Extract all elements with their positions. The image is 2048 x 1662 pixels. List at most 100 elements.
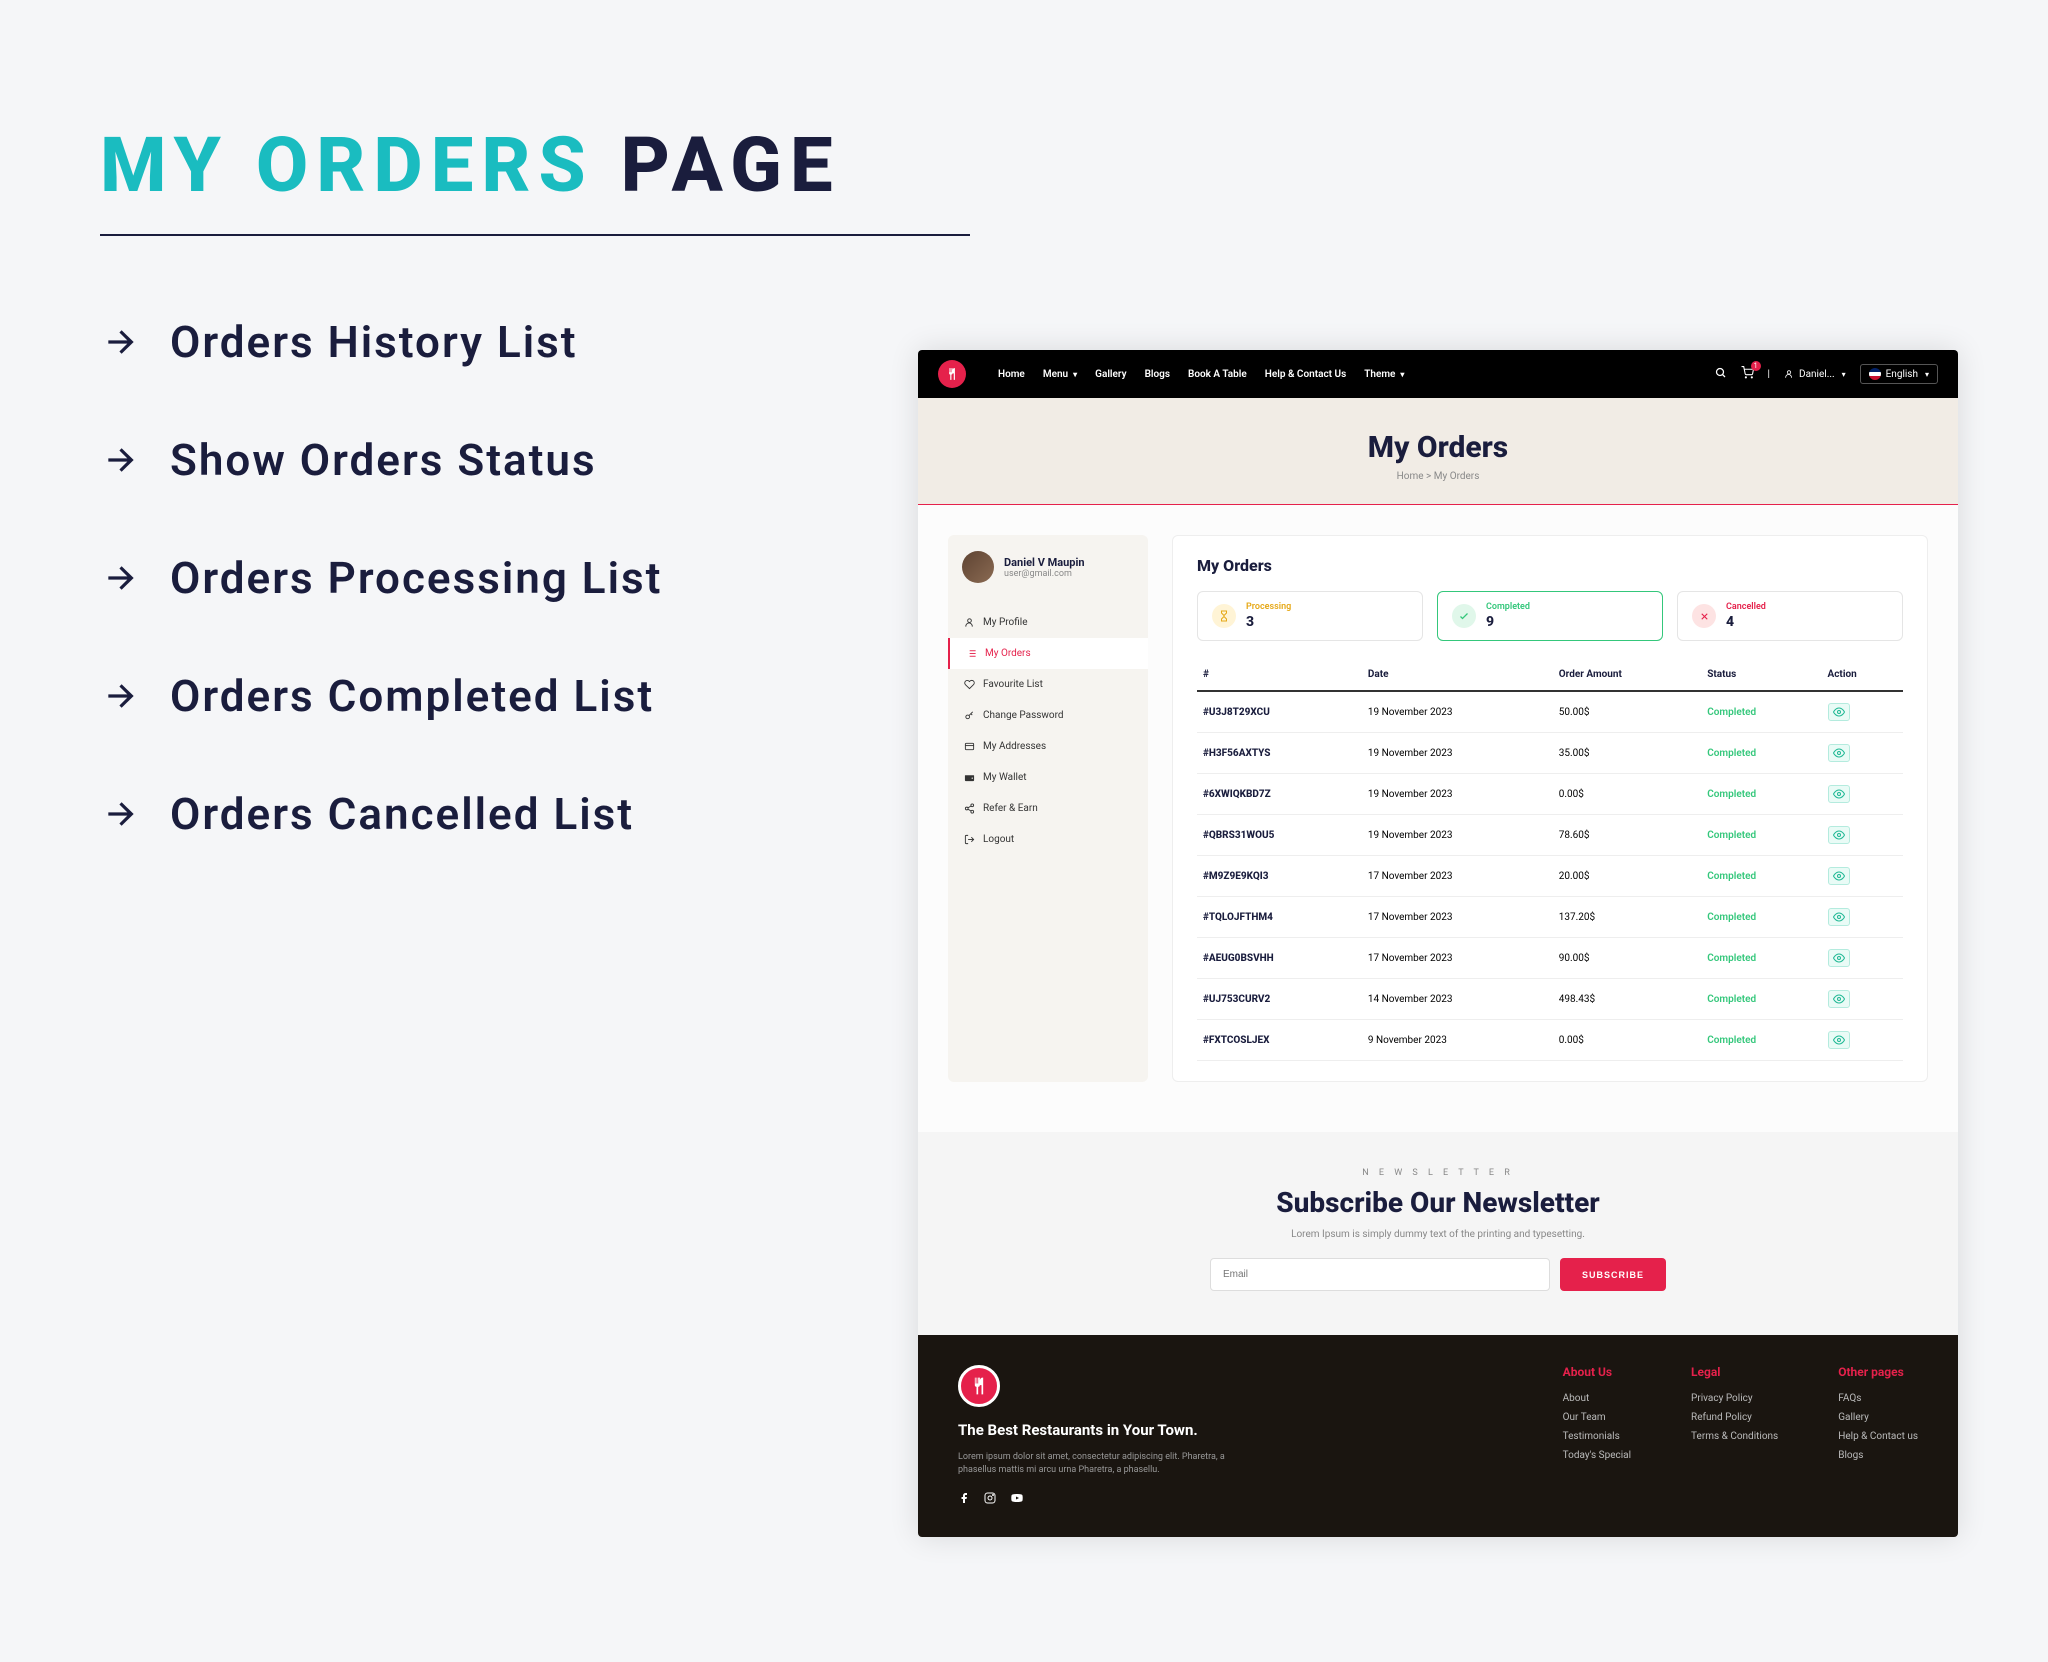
newsletter-tag: N E W S L E T T E R	[918, 1168, 1958, 1178]
footer-link[interactable]: Refund Policy	[1691, 1412, 1778, 1423]
sidebar-item-change-password[interactable]: Change Password	[948, 700, 1148, 731]
footer-col-title: About Us	[1563, 1365, 1631, 1379]
logo-icon[interactable]	[938, 360, 966, 388]
nav-item[interactable]: Book A Table	[1188, 369, 1247, 380]
nav-item[interactable]: Theme	[1364, 369, 1404, 380]
status-label: Processing	[1246, 602, 1291, 612]
footer-link[interactable]: Terms & Conditions	[1691, 1431, 1778, 1442]
order-id: #U3J8T29XCU	[1197, 691, 1362, 733]
cart-icon[interactable]: 1	[1741, 366, 1754, 382]
user-menu[interactable]: Daniel...	[1784, 369, 1846, 380]
instagram-icon[interactable]	[984, 1492, 996, 1507]
view-order-button[interactable]	[1828, 703, 1850, 721]
view-order-button[interactable]	[1828, 744, 1850, 762]
order-status: Completed	[1701, 733, 1821, 774]
order-date: 19 November 2023	[1362, 733, 1553, 774]
map-icon	[964, 741, 975, 752]
view-order-button[interactable]	[1828, 908, 1850, 926]
search-icon[interactable]	[1715, 367, 1727, 382]
view-order-button[interactable]	[1828, 826, 1850, 844]
slide-title-teal: MY ORDERS	[100, 120, 594, 210]
facebook-icon[interactable]	[958, 1492, 970, 1507]
app-preview: Home Menu Gallery Blogs Book A Table Help & C…	[918, 350, 1958, 1537]
feature-label: Orders History List	[170, 316, 578, 368]
language-selector[interactable]: English	[1860, 364, 1938, 384]
footer-link[interactable]: Our Team	[1563, 1412, 1631, 1423]
footer-link[interactable]: Help & Contact us	[1838, 1431, 1918, 1442]
order-date: 17 November 2023	[1362, 938, 1553, 979]
footer: The Best Restaurants in Your Town. Lorem…	[918, 1335, 1958, 1537]
top-nav: Home Menu Gallery Blogs Book A Table Help & C…	[998, 369, 1404, 380]
email-input[interactable]	[1210, 1258, 1550, 1291]
order-date: 17 November 2023	[1362, 856, 1553, 897]
order-amount: 90.00$	[1553, 938, 1701, 979]
view-order-button[interactable]	[1828, 867, 1850, 885]
sidebar-item-my-addresses[interactable]: My Addresses	[948, 731, 1148, 762]
wallet-icon	[964, 772, 975, 783]
status-card-cancelled[interactable]: Cancelled 4	[1677, 591, 1903, 641]
feature-label: Orders Cancelled List	[170, 788, 634, 840]
table-header: Action	[1822, 659, 1904, 691]
order-date: 19 November 2023	[1362, 774, 1553, 815]
footer-desc: Lorem ipsum dolor sit amet, consectetur …	[958, 1451, 1238, 1478]
order-id: #TQLOJFTHM4	[1197, 897, 1362, 938]
avatar	[962, 551, 994, 583]
footer-link[interactable]: Testimonials	[1563, 1431, 1631, 1442]
sidebar-item-my-orders[interactable]: My Orders	[948, 638, 1148, 669]
sidebar-item-label: Refer & Earn	[983, 803, 1038, 814]
newsletter-section: N E W S L E T T E R Subscribe Our Newsle…	[918, 1132, 1958, 1335]
nav-item[interactable]: Gallery	[1095, 369, 1126, 380]
sidebar-item-favourite-list[interactable]: Favourite List	[948, 669, 1148, 700]
table-row: #U3J8T29XCU19 November 202350.00$Complet…	[1197, 691, 1903, 733]
arrow-icon	[100, 321, 142, 363]
order-amount: 20.00$	[1553, 856, 1701, 897]
order-amount: 498.43$	[1553, 979, 1701, 1020]
view-order-button[interactable]	[1828, 990, 1850, 1008]
status-count: 3	[1246, 614, 1291, 630]
subscribe-button[interactable]: SUBSCRIBE	[1560, 1258, 1666, 1291]
sidebar-item-refer-earn[interactable]: Refer & Earn	[948, 793, 1148, 824]
nav-item[interactable]: Menu	[1043, 369, 1077, 380]
sidebar-item-label: My Wallet	[983, 772, 1027, 783]
footer-link[interactable]: Today's Special	[1563, 1450, 1631, 1461]
newsletter-title: Subscribe Our Newsletter	[918, 1186, 1958, 1219]
view-order-button[interactable]	[1828, 949, 1850, 967]
order-id: #M9Z9E9KQI3	[1197, 856, 1362, 897]
footer-link[interactable]: About	[1563, 1393, 1631, 1404]
nav-item[interactable]: Blogs	[1145, 369, 1170, 380]
panel-title: My Orders	[1197, 556, 1903, 575]
topbar: Home Menu Gallery Blogs Book A Table Help & C…	[918, 350, 1958, 398]
youtube-icon[interactable]	[1010, 1492, 1024, 1507]
sidebar-item-logout[interactable]: Logout	[948, 824, 1148, 855]
footer-link[interactable]: FAQs	[1838, 1393, 1918, 1404]
sidebar-item-my-profile[interactable]: My Profile	[948, 607, 1148, 638]
table-row: #AEUG0BSVHH17 November 202390.00$Complet…	[1197, 938, 1903, 979]
status-label: Completed	[1486, 602, 1530, 612]
footer-link[interactable]: Blogs	[1838, 1450, 1918, 1461]
table-row: #QBRS31WOU519 November 202378.60$Complet…	[1197, 815, 1903, 856]
sidebar-profile: Daniel V Maupin user@gmail.com	[948, 535, 1148, 601]
breadcrumb-home[interactable]: Home	[1397, 471, 1424, 482]
share-icon	[964, 803, 975, 814]
profile-name: Daniel V Maupin	[1004, 556, 1085, 569]
view-order-button[interactable]	[1828, 1031, 1850, 1049]
order-amount: 137.20$	[1553, 897, 1701, 938]
order-date: 19 November 2023	[1362, 691, 1553, 733]
arrow-icon	[100, 557, 142, 599]
footer-link[interactable]: Gallery	[1838, 1412, 1918, 1423]
table-row: #M9Z9E9KQI317 November 202320.00$Complet…	[1197, 856, 1903, 897]
status-card-completed[interactable]: Completed 9	[1437, 591, 1663, 641]
table-row: #6XWIQKBD7Z19 November 20230.00$Complete…	[1197, 774, 1903, 815]
view-order-button[interactable]	[1828, 785, 1850, 803]
order-id: #FXTCOSLJEX	[1197, 1020, 1362, 1061]
close-icon	[1692, 604, 1716, 628]
cart-badge: 1	[1751, 361, 1761, 371]
status-card-processing[interactable]: Processing 3	[1197, 591, 1423, 641]
sidebar-item-label: My Addresses	[983, 741, 1046, 752]
nav-item[interactable]: Help & Contact Us	[1265, 369, 1346, 380]
footer-column: Other pagesFAQsGalleryHelp & Contact usB…	[1838, 1365, 1918, 1507]
slide-title: MY ORDERS PAGE	[100, 120, 1948, 210]
footer-link[interactable]: Privacy Policy	[1691, 1393, 1778, 1404]
nav-item[interactable]: Home	[998, 369, 1025, 380]
sidebar-item-my-wallet[interactable]: My Wallet	[948, 762, 1148, 793]
